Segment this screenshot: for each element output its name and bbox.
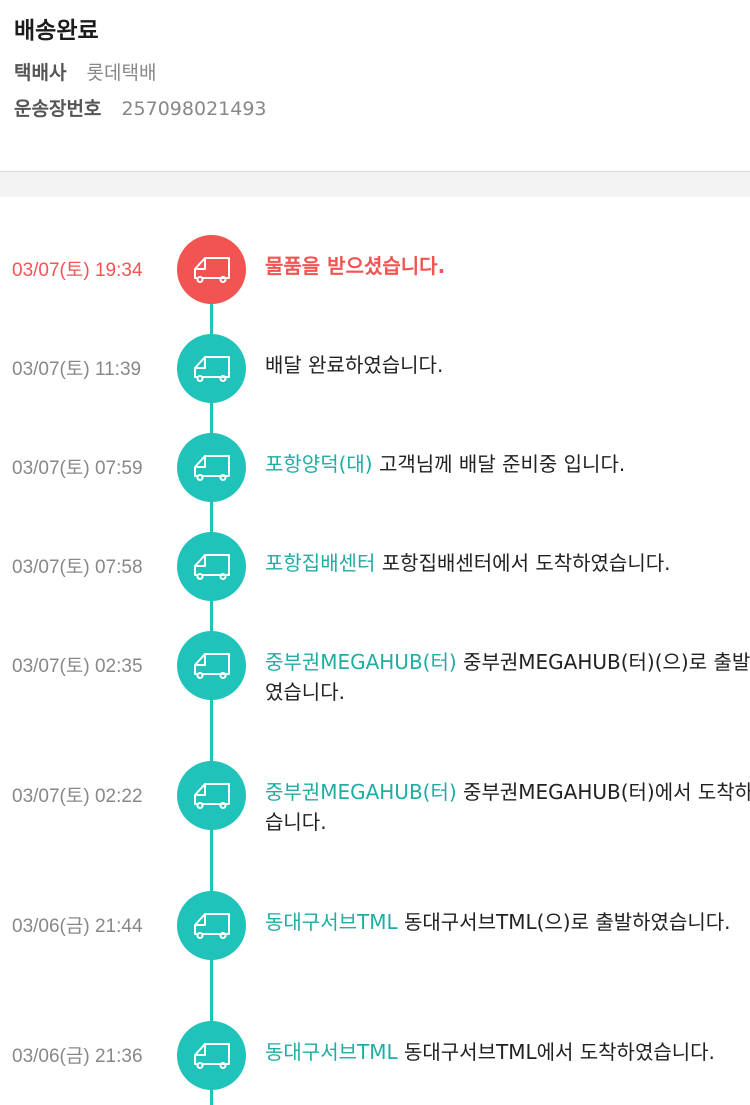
tracking-number-row: 운송장번호 257098021493 [14,94,750,124]
truck-icon [177,761,246,830]
event-description: 포항양덕(대) 고객님께 배달 준비중 입니다. [265,449,750,479]
truck-icon [177,1021,246,1090]
truck-icon [177,334,246,403]
event-message: 물품을 받으셨습니다. [265,254,446,278]
tracking-number-value: 257098021493 [121,98,267,120]
carrier-value: 롯데택배 [86,62,157,84]
event-message: 고객님께 배달 준비중 입니다. [378,452,626,476]
event-description: 물품을 받으셨습니다. [265,251,750,281]
truck-icon [177,891,246,960]
tracking-number-label: 운송장번호 [14,98,102,120]
event-time: 03/07(토) 11:39 [12,359,142,380]
event-location: 포항양덕(대) [265,452,373,476]
tracking-timeline: 03/07(토) 19:34 물품을 받으셨습니다. 03/07(토) 11:3… [0,197,750,1105]
event-description: 동대구서브TML 동대구서브TML에서 도착하였습니다. [265,1037,750,1067]
truck-icon [177,235,246,304]
section-divider [0,172,750,197]
event-message: 배달 완료하였습니다. [265,353,444,377]
event-time: 03/07(토) 19:34 [12,260,143,281]
truck-icon [177,433,246,502]
event-description: 포항집배센터 포항집배센터에서 도착하였습니다. [265,548,750,578]
event-description: 배달 완료하였습니다. [265,350,750,380]
event-time: 03/06(금) 21:36 [12,1046,143,1067]
event-time: 03/07(토) 07:59 [12,458,143,479]
carrier-label: 택배사 [14,62,67,84]
event-location: 동대구서브TML [265,1040,398,1064]
truck-icon [177,532,246,601]
event-time: 03/06(금) 21:44 [12,916,143,937]
event-location: 중부권MEGAHUB(터) [265,650,457,674]
event-message: 동대구서브TML(으)로 출발하였습니다. [403,910,731,934]
event-description: 동대구서브TML 동대구서브TML(으)로 출발하였습니다. [265,907,750,937]
event-description: 중부권MEGAHUB(터) 중부권MEGAHUB(터)에서 도착하였습니다. [265,777,750,837]
event-time: 03/07(토) 07:58 [12,557,143,578]
truck-icon [177,631,246,700]
event-location: 포항집배센터 [265,551,376,575]
event-message: 포항집배센터에서 도착하였습니다. [381,551,671,575]
event-time: 03/07(토) 02:22 [12,786,143,807]
carrier-row: 택배사 롯데택배 [14,58,750,88]
event-time: 03/07(토) 02:35 [12,656,143,677]
event-description: 중부권MEGAHUB(터) 중부권MEGAHUB(터)(으)로 출발하였습니다. [265,647,750,707]
delivery-status-title: 배송완료 [14,18,99,44]
delivery-info-header: 배송완료 택배사 롯데택배 운송장번호 257098021493 [0,0,750,172]
event-message: 동대구서브TML에서 도착하였습니다. [403,1040,715,1064]
event-location: 동대구서브TML [265,910,398,934]
event-location: 중부권MEGAHUB(터) [265,780,457,804]
